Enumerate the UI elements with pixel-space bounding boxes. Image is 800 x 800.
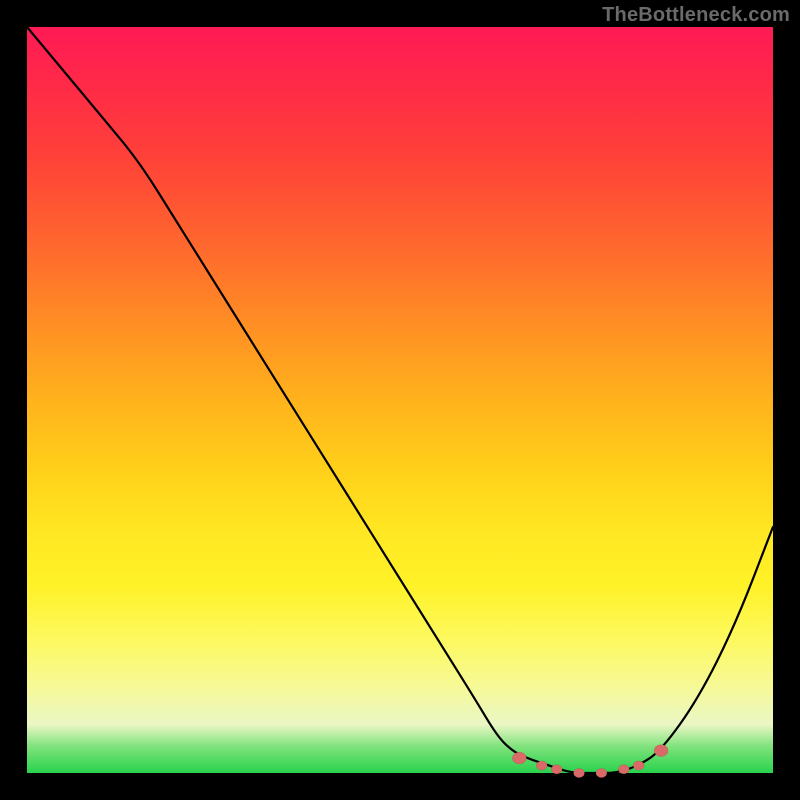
curve-dot	[618, 765, 629, 774]
curve-dot	[574, 768, 585, 777]
curve-dot	[536, 761, 547, 770]
curve-dot	[551, 765, 562, 774]
bottleneck-curve	[27, 27, 773, 773]
chart-frame: TheBottleneck.com	[0, 0, 800, 800]
curve-dot	[633, 761, 644, 770]
curve-dot	[596, 768, 607, 777]
plot-area	[27, 27, 773, 773]
curve-dot	[512, 752, 526, 764]
curve-dot	[654, 745, 668, 757]
watermark-text: TheBottleneck.com	[602, 4, 790, 27]
curve-svg	[27, 27, 773, 773]
